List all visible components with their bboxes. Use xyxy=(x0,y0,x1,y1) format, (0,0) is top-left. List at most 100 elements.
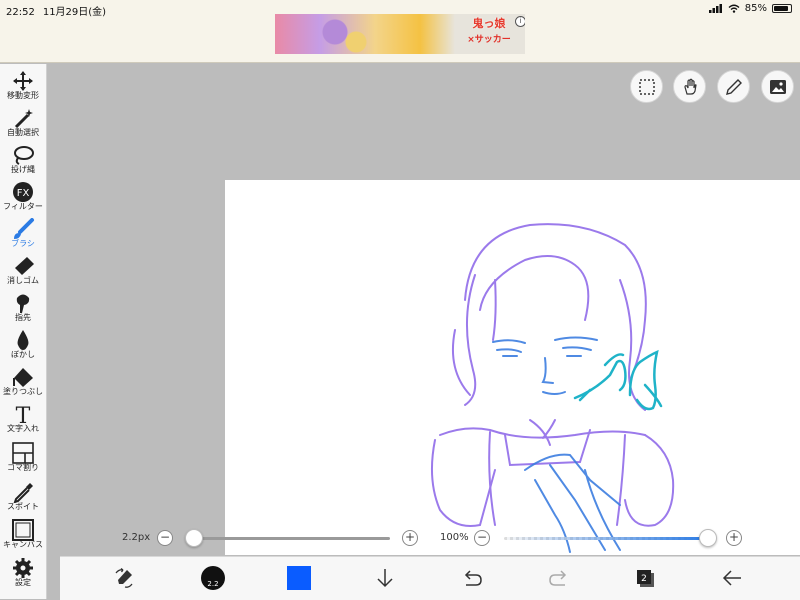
gear-icon xyxy=(13,558,33,578)
tool-label: 投げ縄 xyxy=(11,165,35,174)
opacity-slider-knob[interactable] xyxy=(699,529,717,547)
tool-move[interactable]: 移動変形 xyxy=(0,70,46,101)
status-date: 11月29日(金) xyxy=(42,7,107,18)
selection-icon xyxy=(638,78,655,95)
layer-count: 2 xyxy=(641,574,647,584)
drop-icon xyxy=(17,330,29,350)
color-swatch-icon xyxy=(287,566,311,590)
tool-label: 移動変形 xyxy=(7,91,39,100)
tool-label: 塗りつぶし xyxy=(2,387,44,396)
ad-title-line1: 鬼っ娘 xyxy=(472,17,506,30)
opacity-slider-row: 100% − + xyxy=(438,528,748,548)
text-icon: T xyxy=(16,404,31,425)
tool-label: 設定 xyxy=(15,578,31,587)
battery-percent: 85% xyxy=(744,3,767,14)
tool-label: ブラシ xyxy=(11,239,35,248)
bucket-icon xyxy=(13,368,33,387)
ad-title-line2: ×サッカー xyxy=(467,35,511,45)
finger-icon xyxy=(16,294,30,313)
tool-settings[interactable]: 設定 xyxy=(0,557,46,588)
tool-canvas[interactable]: キャンバス xyxy=(0,519,46,550)
sketch-artwork xyxy=(431,223,675,553)
tool-filter[interactable]: FX フィルター xyxy=(0,181,46,212)
brush-size-slider[interactable] xyxy=(188,537,390,540)
back-icon xyxy=(722,570,741,586)
redo-icon xyxy=(549,570,567,586)
brush-size-label: 2.2px xyxy=(122,532,151,543)
tool-finger[interactable]: 指先 xyxy=(0,292,46,323)
panel-icon xyxy=(12,442,34,464)
eraser-icon xyxy=(15,257,34,275)
tool-label: ぼかし xyxy=(11,350,35,359)
battery-icon xyxy=(772,4,792,13)
lasso-icon xyxy=(14,146,34,165)
pen-icon xyxy=(725,78,742,95)
signal-icon xyxy=(708,4,722,13)
hand-button[interactable] xyxy=(673,70,706,103)
brush-swap-icon xyxy=(115,567,133,588)
tool-label: 消しゴム xyxy=(7,276,39,285)
opacity-minus-button[interactable]: − xyxy=(474,530,490,546)
move-arrows-icon xyxy=(13,71,33,91)
brush-size-plus-button[interactable]: + xyxy=(402,530,418,546)
bottom-toolbar: 2.2 2 xyxy=(60,556,800,600)
pen-button[interactable] xyxy=(717,70,750,103)
status-time: 22:52 xyxy=(6,7,35,18)
opacity-plus-button[interactable]: + xyxy=(726,530,742,546)
opacity-slider-fill xyxy=(504,537,708,540)
canvas-icon xyxy=(12,519,34,541)
image-button[interactable] xyxy=(761,70,794,103)
tool-label: キャンバス xyxy=(3,540,43,549)
text-icon-glyph: T xyxy=(16,404,31,425)
layers-button[interactable]: 2 xyxy=(628,563,662,593)
hand-icon xyxy=(683,78,697,95)
image-icon xyxy=(769,79,786,94)
ad-title: 鬼っ娘 ×サッカー xyxy=(461,16,517,48)
tool-fill[interactable]: 塗りつぶし xyxy=(0,366,46,397)
brush-size-slider-knob[interactable] xyxy=(185,529,204,547)
brush-size-button[interactable]: 2.2 xyxy=(196,563,230,593)
battery-level xyxy=(774,6,788,11)
tool-label: 文字入れ xyxy=(7,424,39,433)
opacity-label: 100% xyxy=(440,532,469,543)
tool-lasso[interactable]: 投げ縄 xyxy=(0,144,46,175)
layers-icon: 2 xyxy=(637,570,654,587)
undo-button[interactable] xyxy=(455,563,489,593)
status-right: 85% xyxy=(708,3,792,14)
undo-icon xyxy=(464,570,482,586)
tool-auto-select[interactable]: 自動選択 xyxy=(0,107,46,138)
tool-label: 自動選択 xyxy=(7,128,39,137)
tool-label: フィルター xyxy=(3,202,43,211)
ad-info-icon[interactable]: i xyxy=(515,16,525,27)
brush-size-slider-row: 2.2px − + xyxy=(120,528,425,548)
download-icon xyxy=(377,569,393,588)
magic-wand-icon xyxy=(14,109,33,129)
tool-blur[interactable]: ぼかし xyxy=(0,329,46,360)
selection-button[interactable] xyxy=(630,70,663,103)
fx-icon-text: FX xyxy=(17,188,30,199)
tool-palette: 移動変形 自動選択 投げ縄 FX フィルター ブラシ 消しゴム 指先 ぼかし 塗… xyxy=(0,64,47,599)
tool-text[interactable]: T 文字入れ xyxy=(0,403,46,434)
wifi-icon xyxy=(728,4,740,13)
tool-label: コマ割り xyxy=(7,463,39,472)
download-button[interactable] xyxy=(368,563,402,593)
fx-icon: FX xyxy=(13,182,33,202)
brush-size-minus-button[interactable]: − xyxy=(157,530,173,546)
status-bar: 22:52 11月29日(金) 85% 鬼っ娘 ×サッカー i xyxy=(0,0,800,63)
back-button[interactable] xyxy=(715,563,749,593)
color-button[interactable] xyxy=(282,563,316,593)
redo-button[interactable] xyxy=(542,563,576,593)
tool-frame[interactable]: コマ割り xyxy=(0,442,46,473)
brush-swap-button[interactable] xyxy=(107,563,141,593)
tool-label: 指先 xyxy=(15,313,31,322)
brush-icon xyxy=(14,218,34,239)
tool-brush[interactable]: ブラシ xyxy=(0,218,46,249)
drawing-canvas[interactable] xyxy=(225,180,800,555)
tool-eraser[interactable]: 消しゴム xyxy=(0,255,46,286)
status-clock: 22:52 11月29日(金) xyxy=(6,3,106,18)
ad-banner[interactable]: 鬼っ娘 ×サッカー i xyxy=(275,14,525,54)
brush-size-icon: 2.2 xyxy=(201,566,225,590)
tool-label: スポイト xyxy=(7,502,39,511)
opacity-slider[interactable] xyxy=(504,537,708,540)
tool-eyedropper[interactable]: スポイト xyxy=(0,481,46,512)
